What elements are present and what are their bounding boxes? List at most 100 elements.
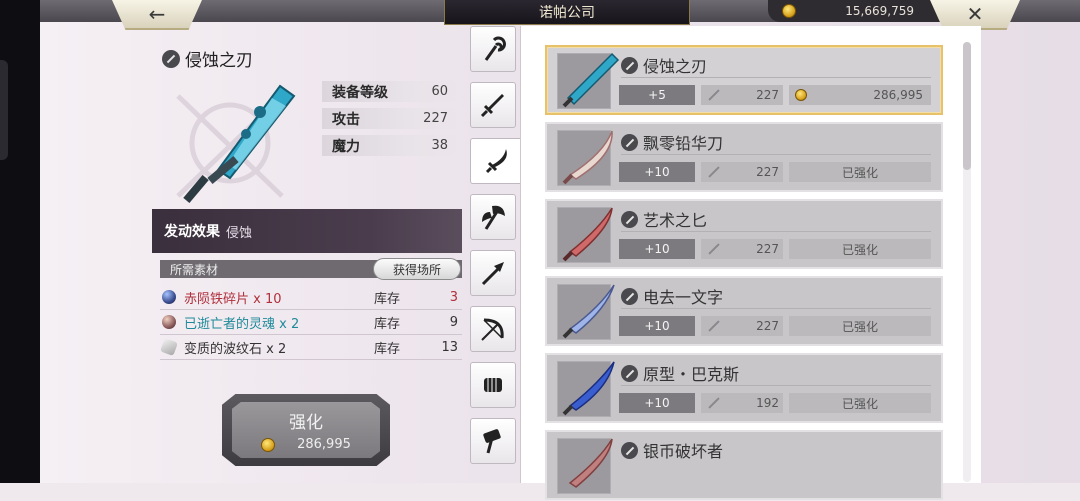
stat-row: 装备等级 60 xyxy=(322,81,462,102)
shop-title-text: 诺帕公司 xyxy=(539,5,595,21)
weapon-name: 银币破坏者 xyxy=(621,438,723,462)
weapon-name: 飘零铅华刀 xyxy=(621,130,723,154)
weapon-status: 已强化 xyxy=(789,239,931,259)
weapon-name-text: 电去一文字 xyxy=(643,288,724,307)
tab-spear[interactable] xyxy=(470,250,516,296)
weapon-name: 原型・巴克斯 xyxy=(621,361,739,385)
weapon-thumbnail xyxy=(557,438,613,494)
weapon-level: +10 xyxy=(619,239,695,259)
weapon-level: +10 xyxy=(619,393,695,413)
tab-axe[interactable] xyxy=(470,194,516,240)
enhance-label: 强化 xyxy=(289,413,323,433)
blade-icon xyxy=(562,52,620,108)
material-row[interactable]: 已逝亡者的灵魂 x 2 库存 9 xyxy=(160,310,462,335)
sword-type-icon xyxy=(621,56,638,74)
weapon-category-tabs xyxy=(470,26,522,474)
tab-hammer[interactable] xyxy=(470,418,516,464)
attack-icon xyxy=(707,242,721,256)
weapon-name-text: 飘零铅华刀 xyxy=(643,134,724,153)
close-icon: ✕ xyxy=(966,2,984,26)
weapon-level: +5 xyxy=(619,85,695,105)
material-stock-label: 库存 xyxy=(374,291,401,307)
ripple-stone-icon xyxy=(160,338,178,356)
bow-icon xyxy=(481,318,504,341)
divider xyxy=(621,77,931,78)
weapon-level: +10 xyxy=(619,162,695,182)
weapon-image xyxy=(176,84,296,204)
katana-icon xyxy=(562,284,615,339)
stat-label: 魔力 xyxy=(332,138,360,155)
scimitar-icon xyxy=(485,149,507,174)
attack-icon xyxy=(707,88,721,102)
effect-bar: 发动效果 侵蚀 xyxy=(152,209,462,253)
sword-type-icon xyxy=(621,210,638,228)
weapon-card[interactable]: 电去一文字 +10 227 已强化 xyxy=(545,276,943,346)
stat-value: 227 xyxy=(423,111,448,126)
stat-row: 魔力 38 xyxy=(322,135,462,156)
enhance-cost-value: 286,995 xyxy=(297,437,351,452)
sword-type-icon xyxy=(621,364,638,382)
weapon-thumbnail xyxy=(557,284,615,340)
stat-value: 60 xyxy=(431,84,448,99)
back-arrow-icon: ← xyxy=(148,2,166,26)
meteor-fragment-icon xyxy=(162,290,176,304)
weapon-status: 已强化 xyxy=(789,316,931,336)
weapon-card[interactable]: 原型・巴克斯 +10 192 已强化 xyxy=(545,353,943,423)
stat-row: 攻击 227 xyxy=(322,108,462,129)
weapon-attack-value: 227 xyxy=(756,319,779,333)
shop-title: 诺帕公司 xyxy=(444,0,690,25)
weapon-name-text: 侵蚀之刃 xyxy=(643,57,708,76)
materials-list: 赤陨铁碎片 x 10 库存 3 已逝亡者的灵魂 x 2 库存 9 变质的波纹石 … xyxy=(160,285,462,360)
staff-icon xyxy=(484,36,506,61)
weapon-card[interactable]: 银币破坏者 xyxy=(545,430,943,500)
sword-type-icon xyxy=(621,441,638,459)
weapon-price-value: 286,995 xyxy=(873,88,923,102)
material-stock-label: 库存 xyxy=(374,316,401,332)
weapon-name-text: 原型・巴克斯 xyxy=(643,365,740,384)
weapon-card[interactable]: 艺术之匕 +10 227 已强化 xyxy=(545,199,943,269)
material-count: 9 xyxy=(449,314,458,330)
weapon-thumbnail xyxy=(557,361,615,417)
weapon-attack-value: 227 xyxy=(756,242,779,256)
axe-icon xyxy=(482,205,505,230)
attack-icon xyxy=(707,319,721,333)
material-count: 3 xyxy=(449,289,458,305)
sword-type-icon xyxy=(162,49,180,68)
weapon-card-selected[interactable]: 侵蚀之刃 +5 227 286,995 xyxy=(545,45,943,115)
curved-blade-icon xyxy=(562,130,613,185)
item-name: 侵蚀之刃 xyxy=(185,51,253,71)
material-row[interactable]: 变质的波纹石 x 2 库存 13 xyxy=(160,335,462,360)
weapon-attack-value: 227 xyxy=(756,165,779,179)
weapon-name: 侵蚀之刃 xyxy=(621,53,707,77)
fist-icon xyxy=(484,378,502,392)
weapon-thumbnail xyxy=(557,52,620,109)
tab-bow[interactable] xyxy=(470,306,516,352)
weapon-attack-value: 227 xyxy=(756,88,779,102)
weapon-thumbnail xyxy=(557,130,613,186)
weapon-card[interactable]: 飘零铅华刀 +10 227 已强化 xyxy=(545,122,943,192)
tab-sword[interactable] xyxy=(470,82,516,128)
materials-header-label: 所需素材 xyxy=(170,262,219,277)
obtain-location-button[interactable]: 获得场所 xyxy=(373,258,461,280)
weapon-status: 已强化 xyxy=(789,162,931,182)
tab-scimitar[interactable] xyxy=(470,138,522,184)
weapon-attack: 227 xyxy=(701,85,783,105)
stat-label: 装备等级 xyxy=(332,84,388,101)
sword-icon xyxy=(480,94,504,118)
back-button[interactable]: ← xyxy=(112,0,202,30)
weapon-name: 电去一文字 xyxy=(621,284,723,308)
blue-blade-icon xyxy=(562,361,615,416)
weapon-price: 286,995 xyxy=(789,85,931,105)
tab-staff[interactable] xyxy=(470,26,516,72)
weapon-name-text: 银币破坏者 xyxy=(643,442,724,461)
device-notch xyxy=(0,60,8,160)
enhance-button[interactable]: 强化 286,995 xyxy=(222,394,390,466)
gold-coin-icon xyxy=(795,89,807,101)
divider xyxy=(621,385,931,386)
weapon-name: 艺术之匕 xyxy=(621,207,707,231)
tab-fist[interactable] xyxy=(470,362,516,408)
material-row[interactable]: 赤陨铁碎片 x 10 库存 3 xyxy=(160,285,462,310)
scrollbar-thumb[interactable] xyxy=(963,42,971,170)
gold-coin-icon xyxy=(261,437,276,452)
weapon-attack: 227 xyxy=(701,316,783,336)
